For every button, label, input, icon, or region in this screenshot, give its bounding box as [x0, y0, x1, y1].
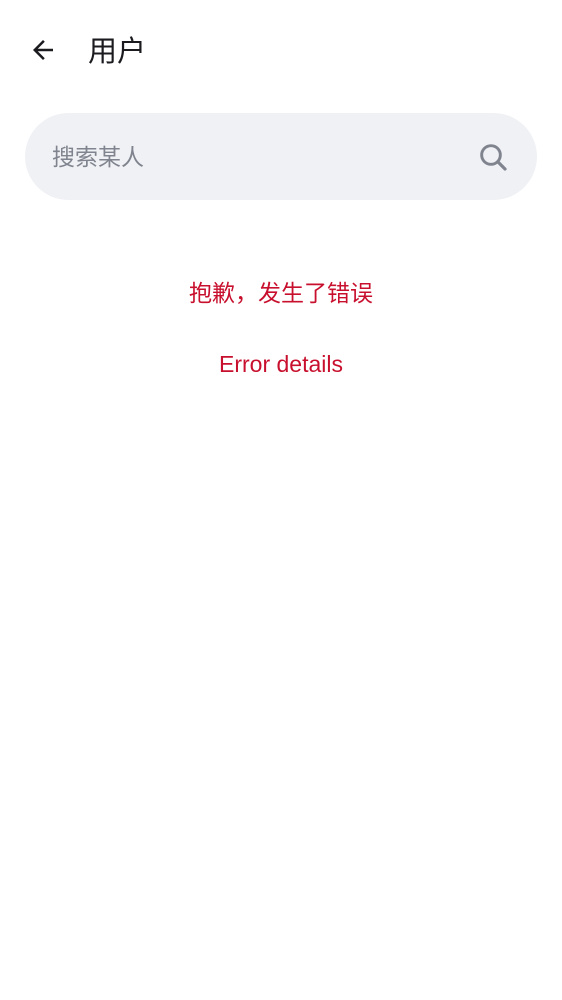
search-input[interactable] — [50, 113, 474, 202]
error-message: 抱歉，发生了错误 — [189, 281, 373, 307]
arrow-back-icon — [33, 40, 53, 60]
error-details-link[interactable]: Error details — [0, 348, 562, 380]
back-button[interactable] — [22, 29, 64, 71]
search-icon[interactable] — [477, 141, 509, 173]
app-bar: 用户 — [0, 0, 562, 104]
page-title: 用户 — [88, 34, 147, 68]
search-box — [25, 113, 537, 202]
